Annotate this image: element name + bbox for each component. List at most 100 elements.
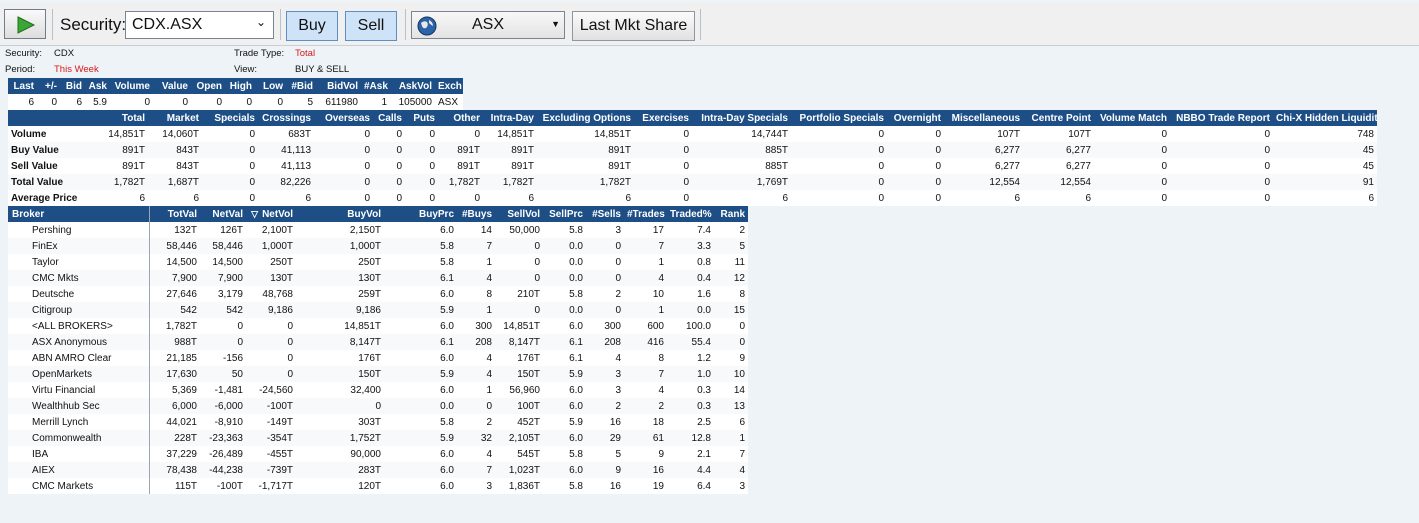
broker-header-netvol[interactable]: ▽ NetVol bbox=[246, 206, 296, 222]
last-mkt-share-button[interactable]: Last Mkt Share bbox=[572, 11, 695, 41]
toolbar: Security: CDX.ASX ⌄ Buy Sell ASX ▼ Last … bbox=[0, 3, 1419, 46]
broker-row[interactable]: CMC Markets 115T -100T -1,717T 120T 6.0 3 1,836… bbox=[8, 478, 748, 494]
broker-cell: 1,782T bbox=[148, 318, 200, 334]
broker-row[interactable]: IBA 37,229 -26,489 -455T 90,000 6.0 4 545T 5.8 5 9… bbox=[8, 446, 748, 462]
broker-cell: -23,363 bbox=[200, 430, 246, 446]
security-label: Security: bbox=[60, 15, 127, 34]
summary-header: Centre Point bbox=[1023, 110, 1094, 126]
broker-cell: 6.1 bbox=[384, 270, 457, 286]
sort-filter-icon[interactable]: ▽ bbox=[251, 209, 258, 219]
broker-name: OpenMarkets bbox=[8, 366, 149, 382]
summary-row: Average Price 6 6 0 6 0 0 0 0 6 6 0 6 0 0 6 6 0 0 6 bbox=[8, 190, 1377, 206]
broker-name: Pershing bbox=[8, 222, 149, 238]
broker-header[interactable]: Broker bbox=[8, 206, 149, 222]
broker-row[interactable]: ASX Anonymous 988T 0 0 8,147T 6.1 208 8,147T 6.1… bbox=[8, 334, 748, 350]
broker-row[interactable]: Virtu Financial 5,369 -1,481 -24,560 32,400 6… bbox=[8, 382, 748, 398]
broker-row[interactable]: Deutsche 27,646 3,179 48,768 259T 6.0 8 210T 5.8… bbox=[8, 286, 748, 302]
broker-row[interactable]: Taylor 14,500 14,500 250T 250T 5.8 1 0 0.0 0 1 0.8 1… bbox=[8, 254, 748, 270]
summary-row: Total Value 1,782T 1,687T 0 82,226 0 0 0 1,782T 1… bbox=[8, 174, 1377, 190]
broker-cell: 5 bbox=[586, 446, 624, 462]
broker-cell: 5.9 bbox=[384, 366, 457, 382]
broker-row[interactable]: CMC Mkts 7,900 7,900 130T 130T 6.1 4 0 0.0 0 4 0.4 1… bbox=[8, 270, 748, 286]
broker-header[interactable]: #Buys bbox=[457, 206, 495, 222]
broker-cell: 9 bbox=[586, 462, 624, 478]
summary-cell: 0 bbox=[1170, 142, 1273, 158]
broker-row[interactable]: FinEx 58,446 58,446 1,000T 1,000T 5.8 7 0 0.0 0 7 3… bbox=[8, 238, 748, 254]
chevron-down-icon[interactable]: ⌄ bbox=[256, 15, 266, 29]
summary-cell: 6 bbox=[692, 190, 791, 206]
broker-row[interactable]: Citigroup 542 542 9,186 9,186 5.9 1 0 0.0 0 1 0.0 15 bbox=[8, 302, 748, 318]
broker-cell: 259T bbox=[296, 286, 384, 302]
summary-cell: 6 bbox=[483, 190, 537, 206]
broker-header[interactable]: NetVal bbox=[200, 206, 246, 222]
summary-cell: 6 bbox=[90, 190, 148, 206]
exchange-select[interactable]: ASX ▼ bbox=[411, 11, 565, 39]
summary-cell: 82,226 bbox=[258, 174, 314, 190]
summary-cell: 0 bbox=[202, 174, 258, 190]
broker-cell: 6.0 bbox=[543, 318, 586, 334]
broker-cell: 2 bbox=[457, 414, 495, 430]
summary-header: Puts bbox=[405, 110, 438, 126]
broker-cell: 300 bbox=[457, 318, 495, 334]
broker-header[interactable]: BuyVol bbox=[296, 206, 384, 222]
summary-cell: 0 bbox=[887, 174, 944, 190]
broker-cell: 1,000T bbox=[296, 238, 384, 254]
broker-cell: 0 bbox=[586, 302, 624, 318]
broker-cell: 208 bbox=[586, 334, 624, 350]
broker-header[interactable]: SellVol bbox=[495, 206, 543, 222]
broker-row[interactable]: ABN AMRO Clear 21,185 -156 0 176T 6.0 4 176T 6.1… bbox=[8, 350, 748, 366]
broker-name: CMC Mkts bbox=[8, 270, 149, 286]
broker-name: FinEx bbox=[8, 238, 149, 254]
summary-header: Market bbox=[148, 110, 202, 126]
broker-row[interactable]: Commonwealth 228T -23,363 -354T 1,752T 5.9 32 2… bbox=[8, 430, 748, 446]
broker-cell: 58,446 bbox=[148, 238, 200, 254]
broker-cell: 27,646 bbox=[148, 286, 200, 302]
broker-cell: 3 bbox=[586, 222, 624, 238]
broker-row[interactable]: Wealthhub Sec 6,000 -6,000 -100T 0 0.0 0 100T 6.… bbox=[8, 398, 748, 414]
summary-cell: 1,782T bbox=[438, 174, 483, 190]
broker-row[interactable]: <ALL BROKERS> 1,782T 0 0 14,851T 6.0 300 14,851… bbox=[8, 318, 748, 334]
broker-cell: 78,438 bbox=[148, 462, 200, 478]
sell-button[interactable]: Sell bbox=[345, 11, 397, 41]
broker-header[interactable]: BuyPrc bbox=[384, 206, 457, 222]
broker-header[interactable]: SellPrc bbox=[543, 206, 586, 222]
broker-header[interactable]: #Trades bbox=[624, 206, 667, 222]
summary-cell: 0 bbox=[373, 142, 405, 158]
broker-row[interactable]: Merrill Lynch 44,021 -8,910 -149T 303T 5.8 2 45… bbox=[8, 414, 748, 430]
summary-cell: 0 bbox=[634, 158, 692, 174]
play-button[interactable] bbox=[4, 9, 46, 39]
exchange-value: ASX bbox=[472, 16, 505, 33]
broker-cell: 10 bbox=[714, 366, 748, 382]
summary-row: Buy Value 891T 843T 0 41,113 0 0 0 891T 891T 891T 0… bbox=[8, 142, 1377, 158]
broker-cell: 132T bbox=[148, 222, 200, 238]
security-input[interactable]: CDX.ASX ⌄ bbox=[125, 11, 274, 39]
broker-table: Broker TotVal NetVal ▽ NetVol BuyVol BuyP… bbox=[8, 206, 749, 494]
broker-cell: 3 bbox=[457, 478, 495, 494]
broker-cell: 18 bbox=[624, 414, 667, 430]
info-trade-type-label: Trade Type: bbox=[234, 48, 285, 59]
broker-cell: -24,560 bbox=[246, 382, 296, 398]
dropdown-arrow-icon[interactable]: ▼ bbox=[551, 19, 560, 29]
broker-name: ABN AMRO Clear bbox=[8, 350, 149, 366]
broker-cell: -156 bbox=[200, 350, 246, 366]
broker-name: <ALL BROKERS> bbox=[8, 318, 149, 334]
buy-button[interactable]: Buy bbox=[286, 11, 338, 41]
summary-cell: 0 bbox=[373, 158, 405, 174]
summary-cell: 1,782T bbox=[483, 174, 537, 190]
broker-header[interactable]: Traded% bbox=[667, 206, 714, 222]
broker-header[interactable]: TotVal bbox=[148, 206, 200, 222]
broker-header[interactable]: Rank bbox=[714, 206, 748, 222]
quote-cell: 611980 bbox=[316, 94, 361, 110]
broker-cell: 17 bbox=[624, 222, 667, 238]
broker-cell: 16 bbox=[624, 462, 667, 478]
summary-cell: 6,277 bbox=[1023, 158, 1094, 174]
broker-row[interactable]: OpenMarkets 17,630 50 0 150T 5.9 4 150T 5.9 3 7 1.0… bbox=[8, 366, 748, 382]
quote-header: Bid bbox=[60, 78, 85, 94]
summary-header: Specials bbox=[202, 110, 258, 126]
broker-row[interactable]: AIEX 78,438 -44,238 -739T 283T 6.0 7 1,023T 6.0 9… bbox=[8, 462, 748, 478]
summary-header: Other bbox=[438, 110, 483, 126]
summary-cell: 14,744T bbox=[692, 126, 791, 142]
broker-header[interactable]: #Sells bbox=[586, 206, 624, 222]
summary-cell: 0 bbox=[373, 190, 405, 206]
broker-row[interactable]: Pershing 132T 126T 2,100T 2,150T 6.0 14 50,000 5… bbox=[8, 222, 748, 238]
